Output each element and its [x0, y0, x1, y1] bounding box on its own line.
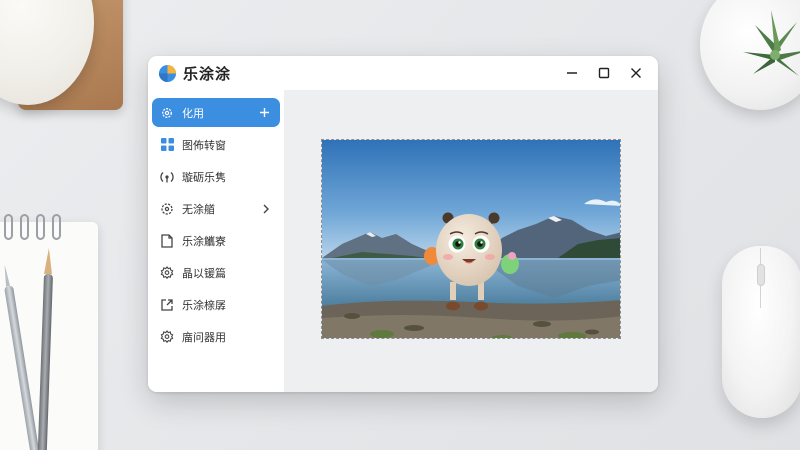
sidebar-item-label: 庿问器用: [182, 330, 226, 344]
landscape-character-image: [322, 140, 620, 338]
sidebar-item-7[interactable]: 庿问器用: [152, 322, 280, 351]
sidebar-item-4[interactable]: 乐涂觿寮: [152, 226, 280, 255]
sidebar-item-3[interactable]: 无涂艏: [152, 194, 280, 223]
plus-icon[interactable]: [259, 98, 270, 127]
sidebar-item-1[interactable]: 图佈转窗: [152, 130, 280, 159]
canvas-area: [284, 90, 658, 392]
export-icon: [160, 298, 174, 312]
maximize-button[interactable]: [588, 56, 620, 90]
gear-icon: [160, 106, 174, 120]
sidebar-item-6[interactable]: 乐涂榇孱: [152, 290, 280, 319]
sidebar-item-0[interactable]: 化用: [152, 98, 280, 127]
image-canvas[interactable]: [321, 139, 621, 339]
sidebar-item-label: 图佈转窗: [182, 138, 226, 152]
sidebar-item-label: 璇砺乐隽: [182, 170, 226, 184]
title-bar[interactable]: 乐涂涂: [148, 56, 658, 90]
close-button[interactable]: [620, 56, 652, 90]
sidebar-item-2[interactable]: 璇砺乐隽: [152, 162, 280, 191]
minimize-icon: [567, 72, 577, 74]
computer-mouse: [722, 246, 800, 418]
app-title: 乐涂涂: [183, 64, 232, 83]
sidebar-item-label: 乐涂觿寮: [182, 234, 226, 248]
document-icon: [160, 233, 174, 248]
signal-icon: [160, 170, 174, 184]
minimize-button[interactable]: [556, 56, 588, 90]
chevron-right-icon[interactable]: [262, 194, 270, 223]
sidebar: 化用 图佈转窗 璇砺乐隽 无涂艏 乐涂觿寮 晶以锾篇 乐涂榇孱 庿问器用: [148, 90, 284, 392]
settings-icon: [160, 265, 174, 280]
sidebar-item-label: 化用: [182, 106, 204, 120]
app-window: 乐涂涂 化用 图佈转窗 璇砺乐隽 无涂艏 乐涂觿寮 晶以锾篇 乐涂榇孱 庿问器用: [148, 56, 658, 392]
dashed-gear-icon: [160, 202, 174, 216]
sidebar-item-5[interactable]: 晶以锾篇: [152, 258, 280, 287]
close-icon: [631, 68, 641, 78]
app-logo-icon: [158, 64, 177, 82]
succulent-plant: [743, 10, 800, 76]
sidebar-item-label: 乐涂榇孱: [182, 298, 226, 312]
maximize-icon: [598, 67, 610, 79]
grid-icon: [160, 138, 174, 152]
settings-icon: [160, 329, 174, 344]
sidebar-item-label: 晶以锾篇: [182, 266, 226, 280]
sidebar-item-label: 无涂艏: [182, 202, 215, 216]
